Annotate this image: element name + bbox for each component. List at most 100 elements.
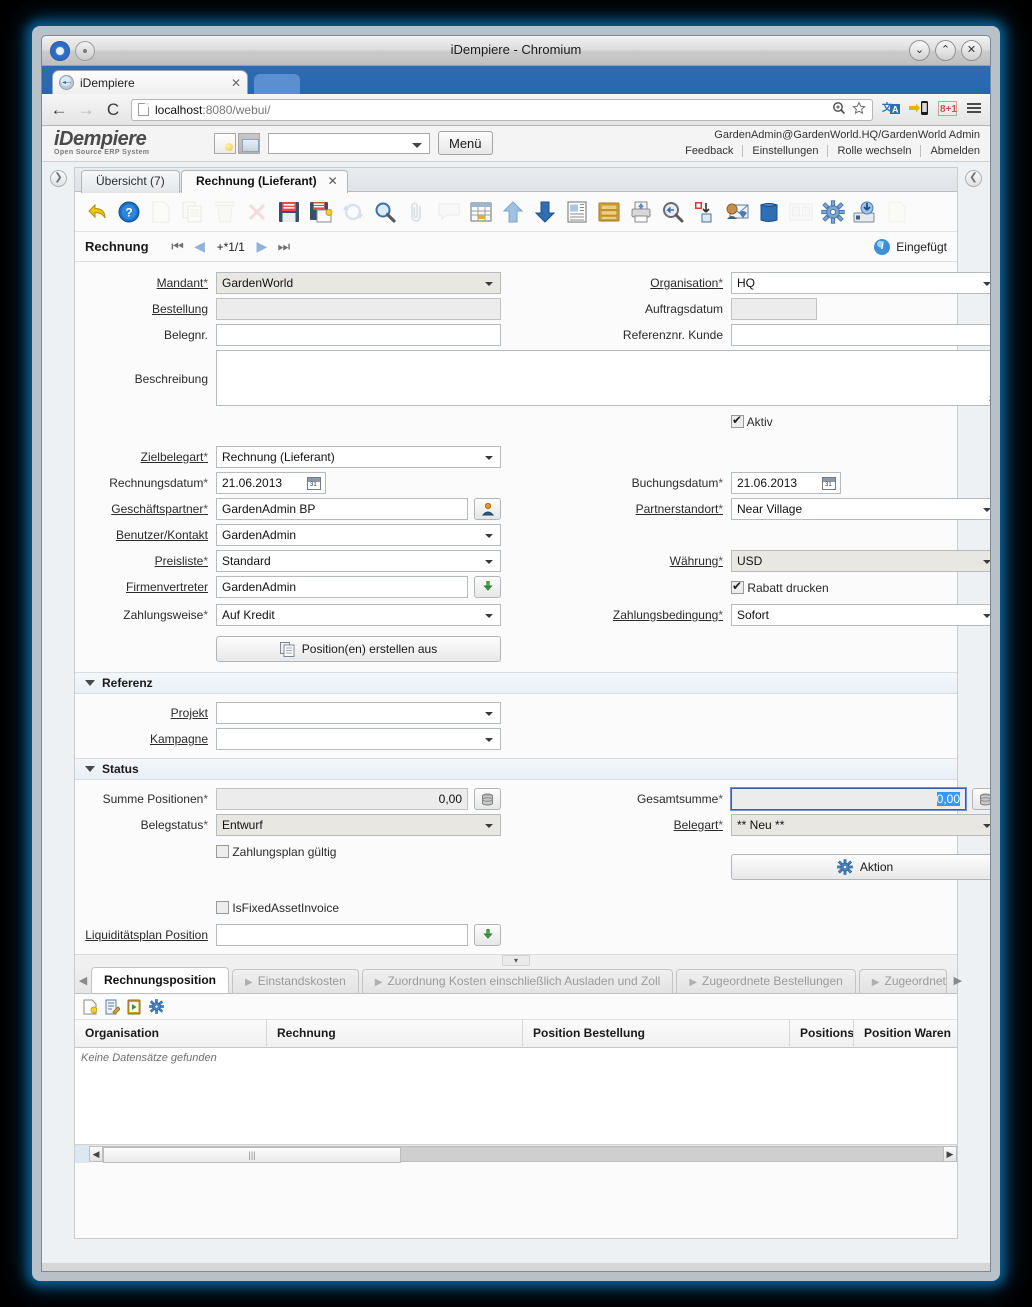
undo-icon[interactable] <box>81 196 113 228</box>
field-summe-positionen[interactable]: 0,00 <box>216 788 468 810</box>
detail-tab-einstandskosten[interactable]: ▶ Einstandskosten <box>232 969 359 993</box>
export-icon[interactable] <box>689 196 721 228</box>
link-einstellungen[interactable]: Einstellungen <box>743 145 829 157</box>
scroll-right-button[interactable]: ▶ <box>943 1145 957 1162</box>
aktion-button[interactable]: Aktion <box>731 854 990 880</box>
tab-uebersicht[interactable]: Übersicht (7) <box>81 170 180 193</box>
scrollbar-thumb[interactable]: ||| <box>103 1146 401 1163</box>
field-belegnr[interactable] <box>216 324 501 346</box>
amount-calculator-icon[interactable] <box>474 788 501 810</box>
last-record-button[interactable]: ⏭ <box>273 238 295 255</box>
field-waehrung[interactable]: USD <box>731 550 990 572</box>
translate-icon[interactable]: 文A <box>882 100 900 119</box>
splitter-handle[interactable]: ▾ <box>502 955 530 966</box>
field-beschreibung[interactable] <box>216 350 990 406</box>
checkbox-rabatt-drucken-row[interactable]: Rabatt drucken <box>731 576 990 600</box>
checkbox-rabatt-drucken[interactable] <box>731 579 744 594</box>
field-partnerstandort[interactable]: Near Village <box>731 498 990 520</box>
column-header-position-bestellung[interactable]: Position Bestellung <box>523 1019 790 1048</box>
field-liquiditaetsplan-position[interactable] <box>216 924 468 946</box>
open-folder-icon[interactable] <box>238 133 260 154</box>
forward-button[interactable]: → <box>77 100 95 120</box>
next-record-button[interactable]: ▶ <box>251 238 273 255</box>
checkbox-aktiv[interactable] <box>731 413 744 428</box>
cashplan-lookup-icon[interactable] <box>474 924 501 946</box>
menu-button[interactable]: Menü <box>438 131 493 155</box>
field-belegstatus[interactable]: Entwurf <box>216 814 501 836</box>
process-gear-icon[interactable] <box>147 998 165 1016</box>
preference-icon[interactable] <box>817 196 849 228</box>
google-plus-icon[interactable]: 8+1 <box>938 100 957 119</box>
print-icon[interactable] <box>625 196 657 228</box>
archive-icon[interactable] <box>593 196 625 228</box>
calendar-icon[interactable] <box>307 476 321 490</box>
expand-left-panel-icon[interactable]: ❯ <box>50 170 67 187</box>
save-create-new-icon[interactable] <box>305 196 337 228</box>
zoom-icon[interactable] <box>832 101 846 118</box>
sales-rep-lookup-icon[interactable] <box>474 576 501 598</box>
tab-rechnung-lieferant[interactable]: Rechnung (Lieferant) ✕ <box>181 170 348 193</box>
quick-entry-icon[interactable] <box>125 998 143 1016</box>
first-record-button[interactable]: ⏮ <box>167 238 189 255</box>
product-info-icon[interactable] <box>753 196 785 228</box>
bookmark-star-icon[interactable] <box>852 101 866 118</box>
field-kampagne[interactable] <box>216 728 501 750</box>
field-rechnungsdatum[interactable]: 21.06.2013 <box>216 472 326 494</box>
detail-tab-next-icon[interactable]: ▶ <box>950 967 966 993</box>
amount-calculator-icon[interactable] <box>972 788 990 810</box>
grid-toggle-icon[interactable] <box>465 196 497 228</box>
detail-tab-zugeordnete-bestellungen[interactable]: ▶ Zugeordnete Bestellungen <box>676 969 856 993</box>
detail-tab-zugeordnete-w[interactable]: ▶Zugeordnete W <box>858 969 947 993</box>
field-bestellung[interactable] <box>216 298 501 320</box>
print-preview-icon[interactable] <box>657 196 689 228</box>
link-rolle-wechseln[interactable]: Rolle wechseln <box>828 145 922 157</box>
new-record-icon[interactable] <box>214 133 236 154</box>
detail-tab-prev-icon[interactable]: ◀ <box>75 967 91 993</box>
minimize-button[interactable]: ⌄ <box>909 40 930 61</box>
field-organisation[interactable]: HQ <box>731 272 990 294</box>
collapse-triangle-icon[interactable] <box>85 680 95 686</box>
detail-horizontal-scrollbar[interactable]: ◀ ||| ▶ <box>75 1144 957 1163</box>
edit-record-icon[interactable] <box>103 998 121 1016</box>
column-header-organisation[interactable]: Organisation <box>75 1019 267 1048</box>
field-buchungsdatum[interactable]: 21.06.2013 <box>731 472 841 494</box>
report-icon[interactable] <box>561 196 593 228</box>
field-zahlungsbedingung[interactable]: Sofort <box>731 604 990 626</box>
field-belegart[interactable]: ** Neu ** <box>731 814 990 836</box>
field-zielbelegart[interactable]: Rechnung (Lieferant) <box>216 446 501 468</box>
detail-record-icon[interactable] <box>529 196 561 228</box>
column-header-position-waren[interactable]: Position Waren <box>854 1020 964 1048</box>
collapse-triangle-icon[interactable] <box>85 766 95 772</box>
field-benutzer-kontakt[interactable]: GardenAdmin <box>216 524 501 546</box>
reload-button[interactable]: C <box>104 100 122 120</box>
close-tab-icon[interactable]: ✕ <box>231 76 241 90</box>
close-window-tab-icon[interactable]: ✕ <box>328 171 338 192</box>
menu-icon[interactable] <box>966 101 982 118</box>
create-lines-from-button[interactable]: Position(en) erstellen aus <box>216 636 501 662</box>
checkbox-zahlungsplan-gueltig[interactable] <box>216 845 229 858</box>
new-record-icon[interactable] <box>81 998 99 1016</box>
new-tab-button[interactable] <box>254 74 300 94</box>
maximize-button[interactable]: ⌃ <box>935 40 956 61</box>
process-icon[interactable] <box>849 196 881 228</box>
column-header-rechnung[interactable]: Rechnung <box>267 1019 523 1048</box>
field-zahlungsweise[interactable]: Auf Kredit <box>216 604 501 626</box>
mobile-send-icon[interactable] <box>909 100 929 119</box>
section-referenz[interactable]: Referenz <box>75 672 957 694</box>
prev-record-button[interactable]: ◀ <box>189 238 211 255</box>
checkbox-isfixedassetinvoice-row[interactable]: IsFixedAssetInvoice <box>216 896 501 920</box>
save-icon[interactable] <box>273 196 305 228</box>
global-search-select[interactable] <box>268 133 430 154</box>
calendar-icon[interactable] <box>822 476 836 490</box>
field-geschaeftspartner[interactable]: GardenAdmin BP <box>216 498 468 520</box>
expand-right-panel-icon[interactable]: ❮ <box>965 170 982 187</box>
find-icon[interactable] <box>369 196 401 228</box>
section-status[interactable]: Status <box>75 758 957 780</box>
request-icon[interactable] <box>721 196 753 228</box>
field-firmenvertreter[interactable]: GardenAdmin <box>216 576 468 598</box>
scroll-left-button[interactable]: ◀ <box>89 1145 103 1162</box>
parent-record-icon[interactable] <box>497 196 529 228</box>
field-projekt[interactable] <box>216 702 501 724</box>
field-mandant[interactable]: GardenWorld <box>216 272 501 294</box>
link-abmelden[interactable]: Abmelden <box>921 145 980 157</box>
